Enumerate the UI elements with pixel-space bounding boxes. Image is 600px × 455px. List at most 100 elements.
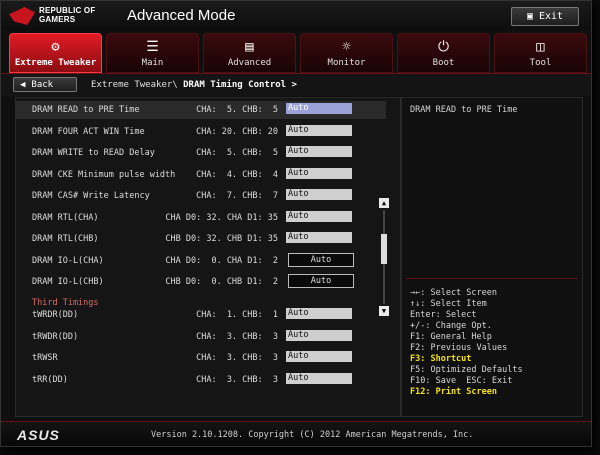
version-text: Version 2.10.1208. Copyright (C) 2012 Am… xyxy=(151,430,474,440)
setting-value-field[interactable]: Auto xyxy=(286,232,352,243)
logo-text-line1: REPUBLIC OF xyxy=(39,6,96,15)
setting-row[interactable]: DRAM WRITE to READ Delay CHA: 5. CHB: 5 … xyxy=(16,144,386,162)
setting-current-values: CHB D0: 32. CHB D1: 35 xyxy=(165,234,278,244)
mode-title: Advanced Mode xyxy=(127,7,236,24)
logo-text: REPUBLIC OF GAMERS xyxy=(39,6,95,24)
tab-boot[interactable]: ⏻ Boot xyxy=(397,33,490,73)
main-tabs: ⚙ Extreme Tweaker ☰ Main ▤ Advanced ☼ Mo… xyxy=(9,33,587,73)
back-arrow-icon: ◀ xyxy=(20,79,26,90)
key-hint: F10: Save ESC: Exit xyxy=(410,376,513,386)
setting-current-values: CHA D0: 0. CHA D1: 2 xyxy=(165,256,278,266)
setting-current-values: CHA: 5. CHB: 5 xyxy=(196,105,278,115)
advanced-icon: ▤ xyxy=(245,39,254,55)
tab-monitor[interactable]: ☼ Monitor xyxy=(300,33,393,73)
setting-name: DRAM IO-L(CHA) xyxy=(32,256,104,266)
setting-current-values: CHA: 20. CHB: 20 xyxy=(196,127,278,137)
power-icon: ⏻ xyxy=(437,39,450,55)
tab-main[interactable]: ☰ Main xyxy=(106,33,199,73)
key-hint: ↑↓: Select Item xyxy=(410,299,487,309)
help-description: DRAM READ to PRE Time xyxy=(410,105,518,115)
setting-name: tWRDR(DD) xyxy=(32,310,79,320)
setting-current-values: CHB D0: 0. CHB D1: 2 xyxy=(165,277,278,287)
setting-current-values: CHA: 3. CHB: 3 xyxy=(196,353,278,363)
setting-row[interactable]: DRAM IO-L(CHA) CHA D0: 0. CHA D1: 2 Auto xyxy=(16,252,386,270)
setting-name: DRAM CAS# Write Latency xyxy=(32,191,150,201)
rog-logo: REPUBLIC OF GAMERS xyxy=(9,4,113,28)
setting-row[interactable]: tWRDR(DD) CHA: 1. CHB: 1 Auto xyxy=(16,306,386,324)
tab-label: Advanced xyxy=(227,58,272,68)
tab-label: Monitor xyxy=(327,58,366,68)
key-hint: F2: Previous Values xyxy=(410,343,508,353)
monitor-icon: ☼ xyxy=(342,39,351,55)
setting-row[interactable]: DRAM IO-L(CHB) CHB D0: 0. CHB D1: 2 Auto xyxy=(16,273,386,291)
setting-value-field[interactable]: Auto xyxy=(286,168,352,179)
setting-name: DRAM READ to PRE Time xyxy=(32,105,140,115)
setting-row[interactable]: DRAM RTL(CHB) CHB D0: 32. CHB D1: 35 Aut… xyxy=(16,230,386,248)
setting-row[interactable]: tRWSR CHA: 3. CHB: 3 Auto xyxy=(16,349,386,367)
tab-extreme-tweaker[interactable]: ⚙ Extreme Tweaker xyxy=(9,33,102,73)
logo-text-line2: GAMERS xyxy=(39,15,76,24)
setting-name: DRAM FOUR ACT WIN Time xyxy=(32,127,145,137)
setting-value-field[interactable]: Auto xyxy=(286,373,352,384)
setting-current-values: CHA D0: 32. CHA D1: 35 xyxy=(165,213,278,223)
setting-value-field[interactable]: Auto xyxy=(286,330,352,341)
help-divider xyxy=(406,278,578,279)
setting-row[interactable]: DRAM CAS# Write Latency CHA: 7. CHB: 7 A… xyxy=(16,187,386,205)
setting-value-field[interactable]: Auto xyxy=(286,351,352,362)
setting-current-values: CHA: 3. CHB: 3 xyxy=(196,375,278,385)
setting-value-field[interactable]: Auto xyxy=(286,146,352,157)
exit-label: Exit xyxy=(538,11,564,22)
scrollbar[interactable]: ▲ ▼ xyxy=(379,198,389,316)
tool-icon: ◫ xyxy=(536,39,545,55)
key-hint: F5: Optimized Defaults xyxy=(410,365,523,375)
help-panel: DRAM READ to PRE Time →←: Select Screen … xyxy=(401,97,583,417)
setting-value-field[interactable]: Auto xyxy=(286,189,352,200)
setting-current-values: CHA: 1. CHB: 1 xyxy=(196,310,278,320)
setting-value-button[interactable]: Auto xyxy=(288,274,354,288)
setting-row[interactable]: DRAM READ to PRE Time CHA: 5. CHB: 5 Aut… xyxy=(16,101,386,119)
breadcrumb-current: DRAM Timing Control > xyxy=(183,80,297,90)
key-hint-shortcut[interactable]: F3: Shortcut xyxy=(410,354,523,365)
settings-panel: DRAM READ to PRE Time CHA: 5. CHB: 5 Aut… xyxy=(15,97,401,417)
scroll-down-arrow-icon[interactable]: ▼ xyxy=(379,306,389,316)
tab-tool[interactable]: ◫ Tool xyxy=(494,33,587,73)
breadcrumb-bar: ◀ Back Extreme Tweaker\ DRAM Timing Cont… xyxy=(1,73,591,96)
setting-row[interactable]: tRWDR(DD) CHA: 3. CHB: 3 Auto xyxy=(16,328,386,346)
breadcrumb-parent[interactable]: Extreme Tweaker\ xyxy=(91,80,178,90)
key-hint: Enter: Select xyxy=(410,310,477,320)
key-legend: →←: Select Screen ↑↓: Select Item Enter:… xyxy=(410,288,523,398)
setting-row[interactable]: tRR(DD) CHA: 3. CHB: 3 Auto xyxy=(16,371,386,389)
setting-name: DRAM IO-L(CHB) xyxy=(32,277,104,287)
key-hint: F1: General Help xyxy=(410,332,492,342)
setting-current-values: CHA: 3. CHB: 3 xyxy=(196,332,278,342)
key-hint-print-screen[interactable]: F12: Print Screen xyxy=(410,387,523,398)
setting-name: tRR(DD) xyxy=(32,375,68,385)
asus-logo: ASUS xyxy=(17,427,60,443)
exit-button[interactable]: ▣ Exit xyxy=(511,7,579,26)
setting-name: DRAM RTL(CHA) xyxy=(32,213,99,223)
setting-value-field[interactable]: Auto xyxy=(286,103,352,114)
setting-name: DRAM WRITE to READ Delay xyxy=(32,148,155,158)
scroll-thumb[interactable] xyxy=(381,234,387,264)
rog-eye-icon xyxy=(9,7,35,25)
tab-label: Tool xyxy=(529,58,552,68)
setting-value-field[interactable]: Auto xyxy=(286,125,352,136)
back-button[interactable]: ◀ Back xyxy=(13,77,77,92)
setting-row[interactable]: DRAM RTL(CHA) CHA D0: 32. CHA D1: 35 Aut… xyxy=(16,209,386,227)
setting-name: DRAM RTL(CHB) xyxy=(32,234,99,244)
tab-advanced[interactable]: ▤ Advanced xyxy=(203,33,296,73)
setting-row[interactable]: DRAM CKE Minimum pulse width CHA: 4. CHB… xyxy=(16,166,386,184)
bios-window: REPUBLIC OF GAMERS Advanced Mode ▣ Exit … xyxy=(0,0,592,447)
tab-label: Main xyxy=(141,58,164,68)
setting-value-field[interactable]: Auto xyxy=(286,211,352,222)
tab-label: Boot xyxy=(432,58,455,68)
setting-value-button[interactable]: Auto xyxy=(288,253,354,267)
footer-bar: ASUS Version 2.10.1208. Copyright (C) 20… xyxy=(1,421,591,446)
setting-value-field[interactable]: Auto xyxy=(286,308,352,319)
scroll-up-arrow-icon[interactable]: ▲ xyxy=(379,198,389,208)
tab-label: Extreme Tweaker xyxy=(14,58,97,68)
setting-row[interactable]: DRAM FOUR ACT WIN Time CHA: 20. CHB: 20 … xyxy=(16,123,386,141)
back-label: Back xyxy=(31,79,54,90)
tweaker-icon: ⚙ xyxy=(51,39,60,55)
exit-door-icon: ▣ xyxy=(526,11,533,22)
